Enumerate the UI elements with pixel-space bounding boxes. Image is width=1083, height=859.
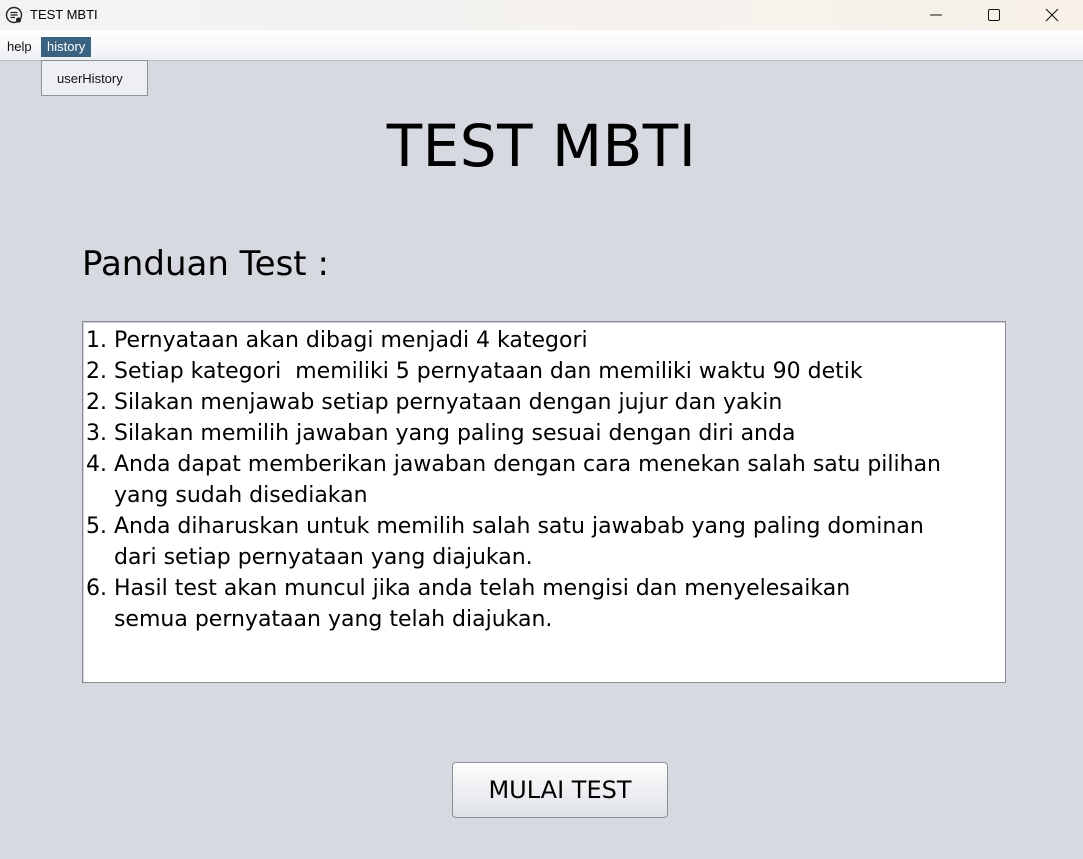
maximize-button[interactable] [965, 0, 1023, 30]
guide-line: dari setiap pernyataan yang diajukan. [86, 545, 533, 570]
menu-history[interactable]: history [41, 37, 92, 57]
page-title: TEST MBTI [386, 112, 697, 180]
start-test-button[interactable]: MULAI TEST [452, 762, 668, 818]
window-title: TEST MBTI [30, 7, 98, 22]
guide-line: semua pernyataan yang telah diajukan. [86, 607, 553, 632]
guide-line: 4. Anda dapat memberikan jawaban dengan … [86, 452, 941, 477]
app-logo-icon [5, 6, 23, 24]
guide-line: yang sudah disediakan [86, 483, 368, 508]
maximize-icon [988, 9, 1000, 21]
minimize-button[interactable] [907, 0, 965, 30]
guide-line: 1. Pernyataan akan dibagi menjadi 4 kate… [86, 328, 588, 353]
guide-line: 2. Setiap kategori memiliki 5 pernyataan… [86, 359, 863, 384]
guide-line: 5. Anda diharuskan untuk memilih salah s… [86, 514, 924, 539]
guide-line: 3. Silakan memilih jawaban yang paling s… [86, 421, 796, 446]
guide-lines: 1. Pernyataan akan dibagi menjadi 4 kate… [86, 325, 941, 635]
title-bar: TEST MBTI [0, 0, 1083, 30]
close-icon [1045, 8, 1059, 22]
guide-heading: Panduan Test : [82, 244, 329, 284]
menu-item-user-history[interactable]: userHistory [57, 71, 123, 86]
close-button[interactable] [1023, 0, 1081, 30]
guide-text-area[interactable]: 1. Pernyataan akan dibagi menjadi 4 kate… [82, 321, 1006, 683]
menu-bar: help history [0, 30, 1083, 61]
menu-help[interactable]: help [2, 37, 37, 57]
minimize-icon [930, 14, 942, 16]
guide-line: 2. Silakan menjawab setiap pernyataan de… [86, 390, 783, 415]
guide-line: 6. Hasil test akan muncul jika anda tela… [86, 576, 851, 601]
history-dropdown: userHistory [41, 60, 148, 96]
